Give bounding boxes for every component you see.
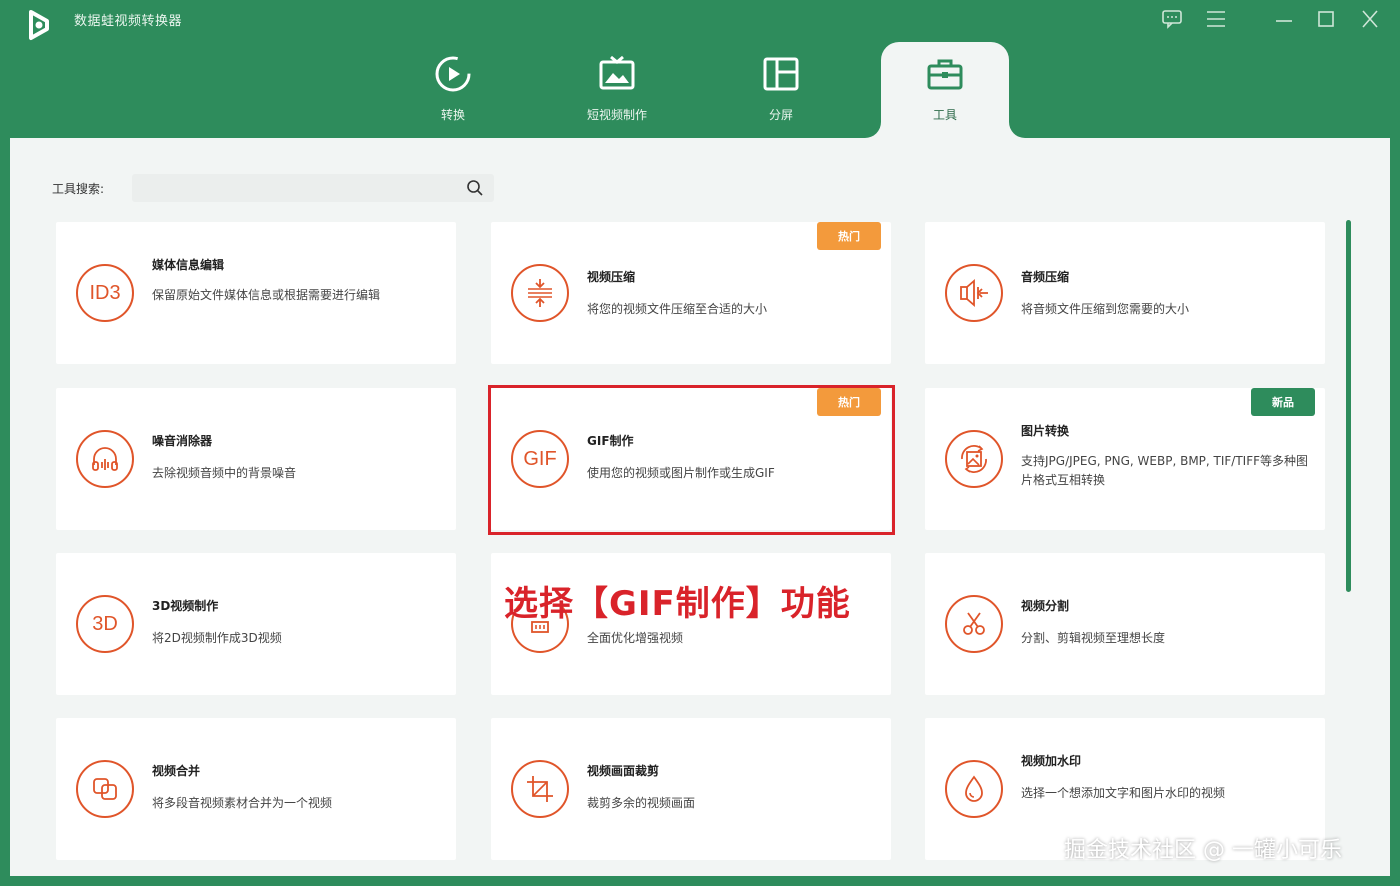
card-title: 3D视频制作 [152,599,219,613]
feedback-button[interactable] [1158,6,1186,32]
scrollbar[interactable] [1346,220,1351,592]
card-desc: 支持JPG/JPEG, PNG, WEBP, BMP, TIF/TIFF等多种图… [1021,454,1309,487]
close-button[interactable] [1356,6,1384,32]
card-title: 视频合并 [152,764,201,778]
hot-badge: 热门 [817,222,881,250]
convert-icon [435,56,471,92]
tab-label: 分屏 [768,108,793,122]
card-title: 视频压缩 [587,270,636,284]
gif-highlight-box [488,385,895,535]
tool-card-media-info[interactable]: ID3 媒体信息编辑 保留原始文件媒体信息或根据需要进行编辑 [56,222,456,364]
title-bar: 数据蛙视频转换器 转换 短视频制作 分屏 工具 [0,0,1400,138]
tool-card-noise-remover[interactable]: 噪音消除器 去除视频音频中的背景噪音 [56,388,456,530]
annotation-text: 选择【GIF制作】功能 [504,584,851,624]
hamburger-icon [1207,11,1225,27]
card-desc: 将音频文件压缩到您需要的大小 [1021,302,1190,316]
tools-panel: 工具搜索: ID3 媒体信息编辑 保留原始文件媒体信息或根据需要进行编辑 热门 … [10,138,1390,876]
compress-icon [511,264,569,322]
tab-label: 转换 [440,108,465,122]
card-title: 图片转换 [1021,424,1070,438]
tab-split-screen[interactable]: 分屏 [717,42,845,138]
search-label: 工具搜索: [52,181,105,196]
card-title: 音频压缩 [1021,270,1070,284]
tab-label: 工具 [932,108,957,122]
card-desc: 选择一个想添加文字和图片水印的视频 [1021,786,1226,800]
card-title: 视频加水印 [1021,754,1082,768]
tool-card-image-convert[interactable]: 新品 图片转换 支持JPG/JPEG, PNG, WEBP, BMP, TIF/… [925,388,1325,530]
search-box [132,174,494,202]
card-desc: 将您的视频文件压缩至合适的大小 [587,302,768,316]
search-input[interactable] [132,174,494,202]
split-screen-icon [763,57,799,91]
tab-short-video[interactable]: 短视频制作 [553,42,681,138]
watermark-drop-icon [945,760,1003,818]
card-desc: 将多段音视频素材合并为一个视频 [152,796,333,810]
tool-card-video-split[interactable]: 视频分割 分割、剪辑视频至理想长度 [925,553,1325,695]
maximize-button[interactable] [1312,6,1340,32]
source-watermark: 掘金技术社区 @ 一罐小可乐 [1064,838,1342,863]
tool-search: 工具搜索: [52,174,494,202]
card-title: 媒体信息编辑 [152,258,225,272]
card-title: 噪音消除器 [152,434,213,448]
tool-card-3d-video[interactable]: 3D 3D视频制作 将2D视频制作成3D视频 [56,553,456,695]
tool-card-video-merge[interactable]: 视频合并 将多段音视频素材合并为一个视频 [56,718,456,860]
tab-label: 短视频制作 [586,108,647,122]
menu-button[interactable] [1202,6,1230,32]
card-desc: 全面优化增强视频 [587,631,684,645]
close-icon [1362,10,1378,28]
short-video-icon [599,55,635,90]
audio-compress-icon [945,264,1003,322]
search-icon[interactable] [466,179,484,197]
app-title: 数据蛙视频转换器 [74,14,183,29]
card-desc: 将2D视频制作成3D视频 [152,631,282,645]
3d-icon: 3D [76,595,134,653]
headphones-icon [76,430,134,488]
merge-icon [76,760,134,818]
id3-icon: ID3 [76,264,134,322]
tool-card-video-crop[interactable]: 视频画面裁剪 裁剪多余的视频画面 [491,718,891,860]
image-convert-icon [945,430,1003,488]
card-desc: 裁剪多余的视频画面 [587,796,696,810]
card-desc: 保留原始文件媒体信息或根据需要进行编辑 [152,288,381,302]
chat-icon [1162,10,1182,29]
card-title: 视频画面裁剪 [587,764,660,778]
new-badge: 新品 [1251,388,1315,416]
crop-icon [511,760,569,818]
scissors-icon [945,595,1003,653]
card-desc: 分割、剪辑视频至理想长度 [1021,631,1166,645]
minimize-icon [1276,20,1292,22]
tab-convert[interactable]: 转换 [389,42,517,138]
tool-card-video-compress[interactable]: 热门 视频压缩 将您的视频文件压缩至合适的大小 [491,222,891,364]
card-desc: 去除视频音频中的背景噪音 [152,466,297,480]
tab-tools[interactable]: 工具 [881,42,1009,138]
minimize-button[interactable] [1270,6,1298,32]
toolbox-icon [927,59,963,90]
tool-card-audio-compress[interactable]: 音频压缩 将音频文件压缩到您需要的大小 [925,222,1325,364]
card-title: 视频分割 [1021,599,1070,613]
maximize-icon [1318,11,1334,27]
app-logo-icon [29,10,49,40]
